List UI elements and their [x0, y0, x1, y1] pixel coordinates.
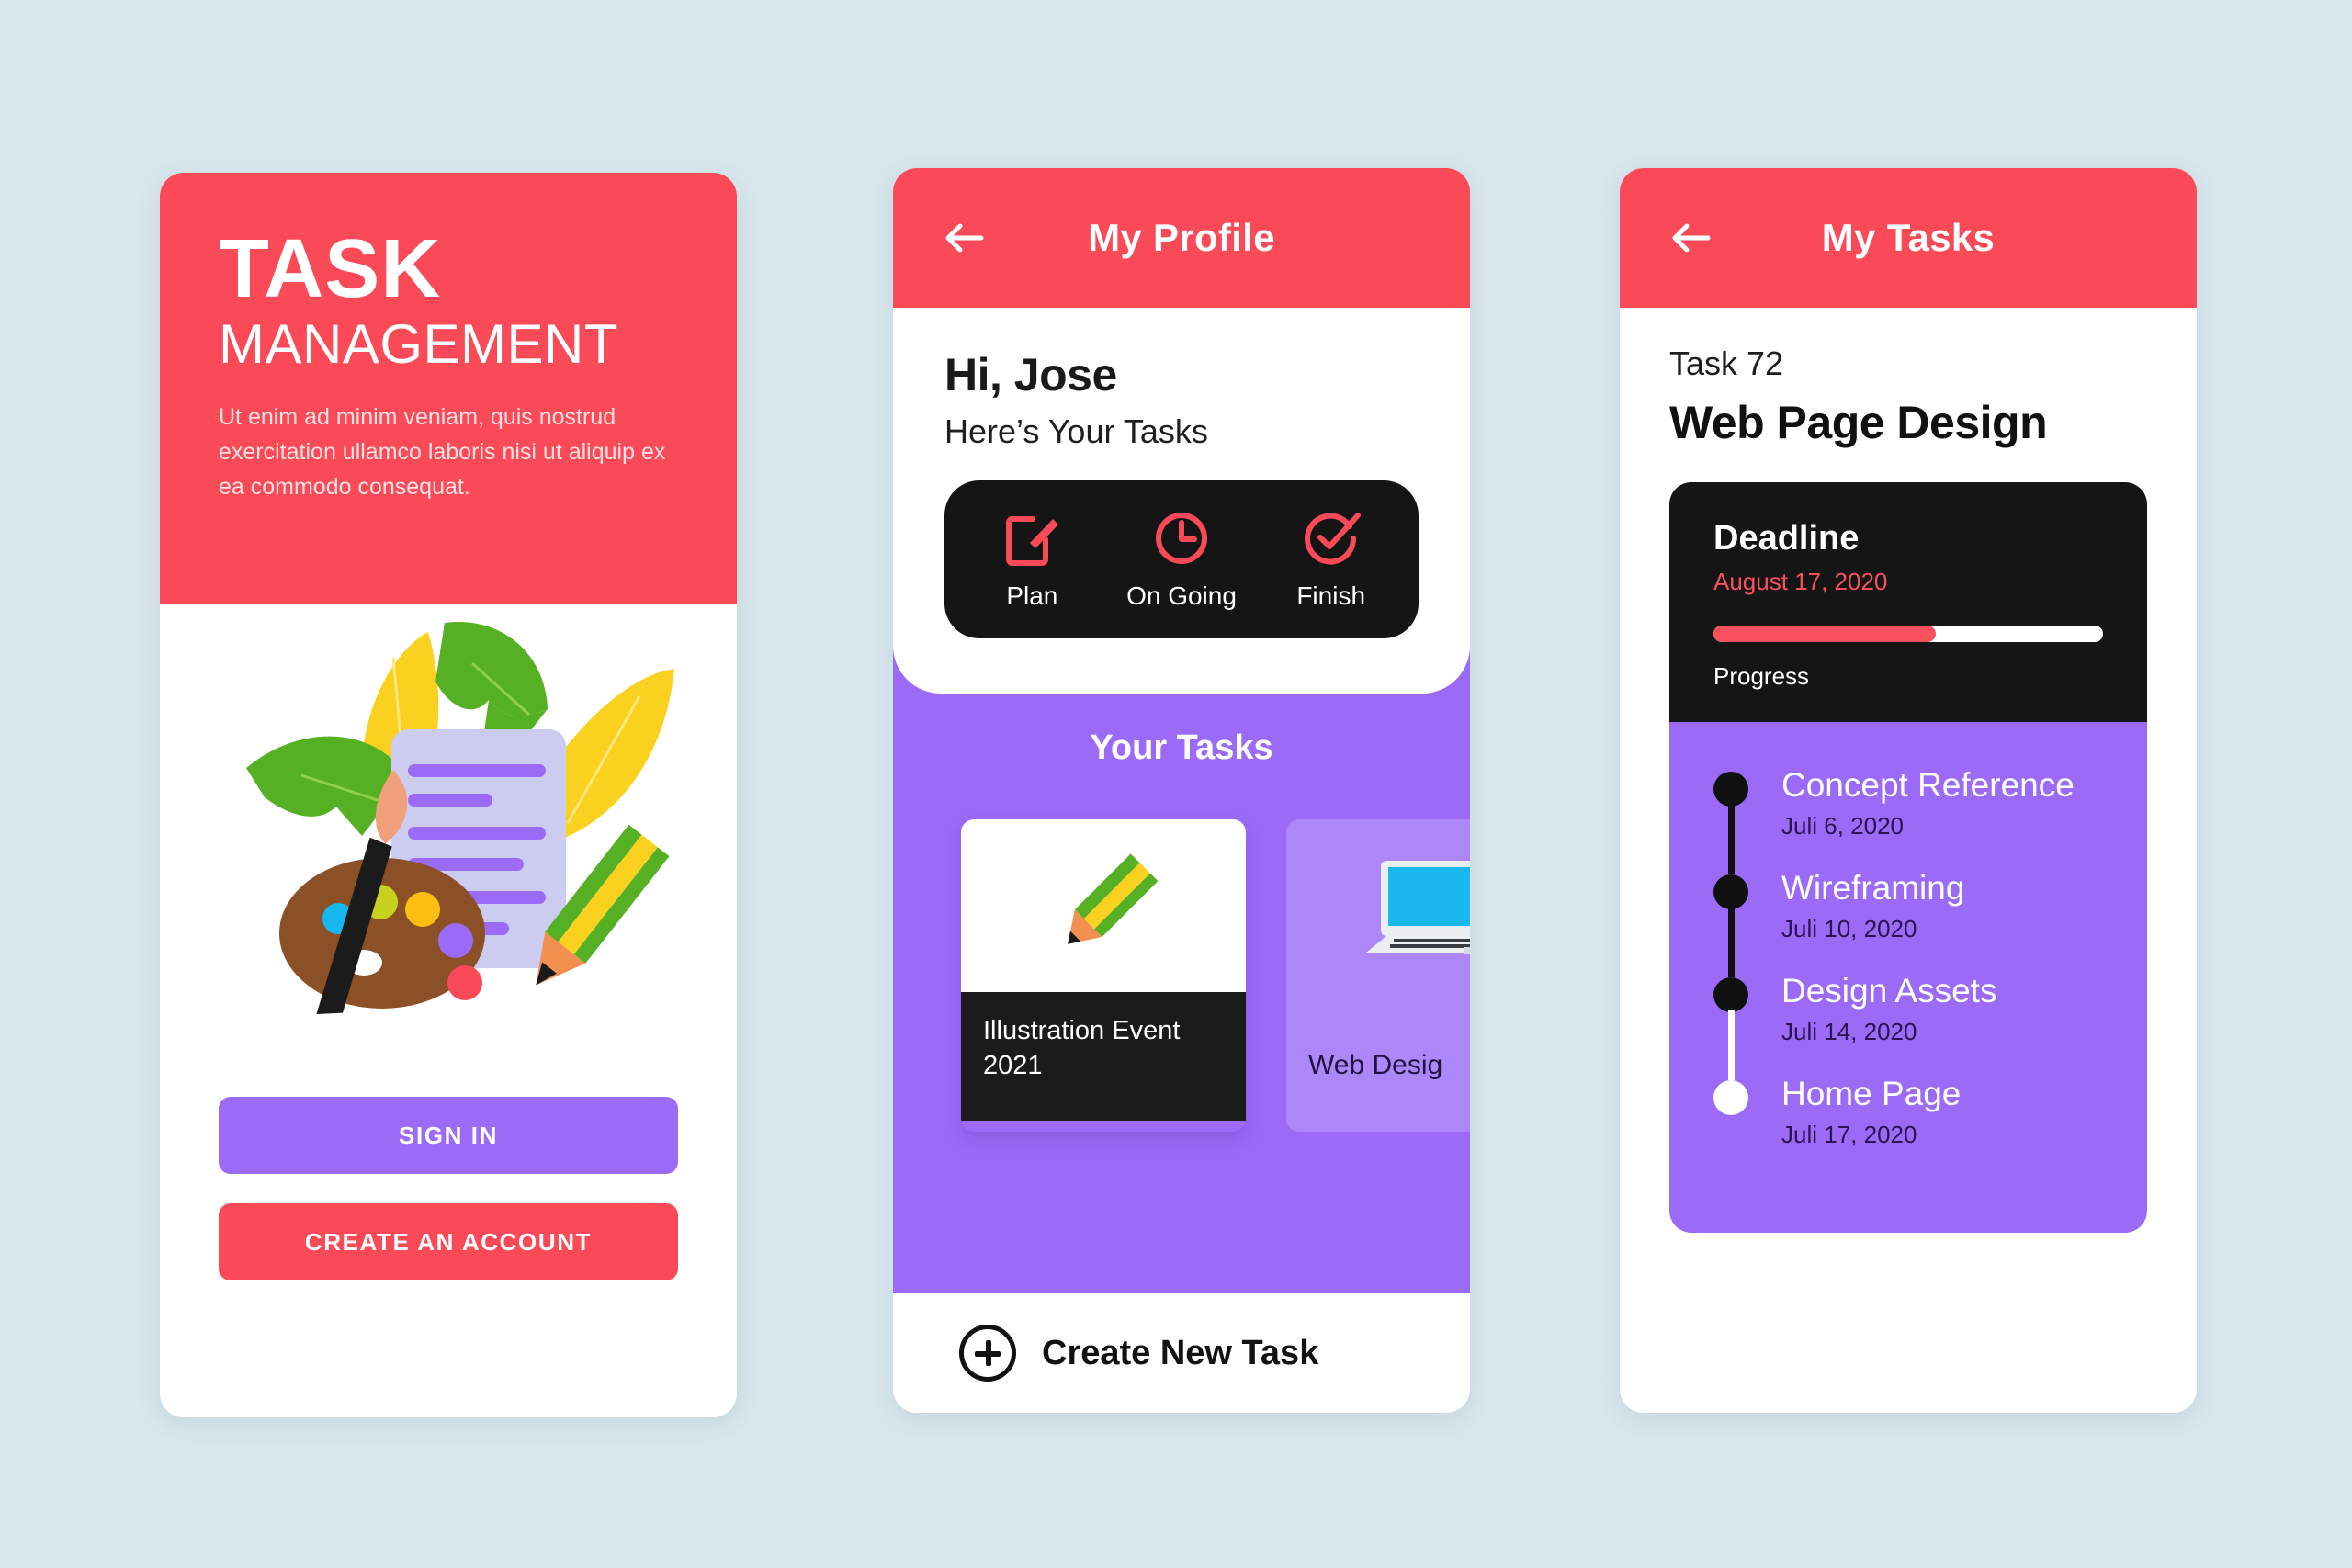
timeline-connector — [1728, 908, 1735, 977]
timeline-item-date: Juli 10, 2020 — [1781, 915, 1917, 942]
clock-icon — [1156, 513, 1207, 564]
timeline-item-date: Juli 14, 2020 — [1781, 1018, 1917, 1045]
timeline-item[interactable]: Wireframing Juli 10, 2020 — [1713, 869, 2103, 977]
task-detail-title: Web Page Design — [1669, 397, 2048, 448]
tab-finish-label: Finish — [1296, 581, 1366, 610]
deadline-card: Deadline August 17, 2020 Progress — [1669, 482, 2147, 722]
page-subtitle: MANAGEMENT — [219, 313, 619, 376]
hero-description: Ut enim ad minim veniam, quis nostrud ex… — [219, 404, 666, 501]
timeline-item-name: Design Assets — [1781, 972, 1997, 1010]
profile-header-panel: Hi, Jose Here’s Your Tasks Plan On Going — [893, 308, 1470, 694]
progress-label: Progress — [1713, 662, 1810, 690]
timeline-item[interactable]: Design Assets Juli 14, 2020 — [1713, 972, 2103, 1080]
deadline-date: August 17, 2020 — [1713, 568, 1888, 595]
sign-in-button[interactable]: SIGN IN — [219, 1097, 678, 1174]
tab-finish[interactable]: Finish — [1256, 508, 1406, 611]
arrow-left-icon — [945, 223, 984, 253]
app-screens-showcase: TASK MANAGEMENT Ut enim ad minim veniam,… — [0, 0, 2352, 1568]
create-account-button[interactable]: CREATE AN ACCOUNT — [219, 1203, 678, 1280]
back-button[interactable] — [939, 213, 989, 263]
appbar-profile: My Profile — [893, 168, 1470, 308]
hero-banner: TASK MANAGEMENT Ut enim ad minim veniam,… — [160, 173, 737, 604]
timeline-connector — [1728, 805, 1735, 874]
timeline-dot-icon — [1713, 1080, 1748, 1115]
task-detail-body: Task 72 Web Page Design Deadline August … — [1620, 308, 2197, 1413]
timeline-card: Concept Reference Juli 6, 2020 Wireframi… — [1669, 722, 2147, 1233]
status-tabbar: Plan On Going Finish — [944, 480, 1419, 638]
task-thumbnail — [961, 819, 1246, 992]
tasks-panel: Your Tasks Illustration Event 2021 Web D… — [893, 649, 1470, 1293]
timeline-dot-icon — [1713, 874, 1748, 909]
appbar-tasks: My Tasks — [1620, 168, 2197, 308]
edit-square-icon — [1006, 516, 1059, 566]
tab-plan[interactable]: Plan — [957, 508, 1107, 611]
task-card-list: Illustration Event 2021 Web Desig — [893, 819, 1470, 1132]
cta-area: SIGN IN CREATE AN ACCOUNT — [160, 1097, 737, 1280]
task-card[interactable]: Illustration Event 2021 — [961, 819, 1246, 1132]
screen-onboarding: TASK MANAGEMENT Ut enim ad minim veniam,… — [160, 173, 737, 1417]
greeting-text: Hi, Jose — [944, 349, 1117, 400]
deadline-label: Deadline — [1713, 519, 1860, 558]
timeline-item[interactable]: Concept Reference Juli 6, 2020 — [1713, 766, 2103, 874]
task-card-title: Web Desig — [1308, 1050, 1443, 1080]
screen-my-tasks: My Tasks Task 72 Web Page Design Deadlin… — [1620, 168, 2197, 1413]
task-card-title: Illustration Event 2021 — [961, 992, 1246, 1121]
timeline-item-date: Juli 17, 2020 — [1781, 1121, 1917, 1148]
screen-my-profile: My Profile Hi, Jose Here’s Your Tasks Pl… — [893, 168, 1470, 1413]
timeline-connector — [1728, 1010, 1735, 1080]
back-button[interactable] — [1666, 213, 1715, 263]
tab-plan-label: Plan — [1006, 581, 1058, 610]
timeline-item-name: Wireframing — [1781, 869, 1965, 907]
timeline-dot-icon — [1713, 772, 1748, 807]
create-new-task-button[interactable]: Create New Task — [893, 1293, 1470, 1413]
timeline-item-name: Home Page — [1781, 1075, 1962, 1112]
arrow-left-icon — [1672, 223, 1711, 253]
progress-bar — [1713, 626, 2103, 642]
task-number: Task 72 — [1669, 344, 1784, 382]
pencil-icon — [1068, 853, 1159, 944]
tab-ongoing-label: On Going — [1126, 581, 1237, 610]
timeline-dot-icon — [1713, 977, 1748, 1012]
task-card[interactable]: Web Desig — [1286, 819, 1470, 1132]
check-circle-icon — [1304, 513, 1361, 565]
plus-circle-icon — [959, 1325, 1016, 1382]
create-new-task-label: Create New Task — [1042, 1333, 1319, 1372]
greeting-subtitle: Here’s Your Tasks — [944, 412, 1208, 450]
illustration-area — [160, 604, 737, 1091]
timeline-item-name: Concept Reference — [1781, 766, 2075, 804]
timeline-item[interactable]: Home Page Juli 17, 2020 — [1713, 1075, 2103, 1178]
tab-ongoing[interactable]: On Going — [1107, 508, 1257, 611]
creative-tools-illustration — [246, 621, 674, 1014]
section-title: Your Tasks — [1090, 728, 1273, 767]
timeline-item-date: Juli 6, 2020 — [1781, 812, 1904, 840]
page-title: TASK — [219, 223, 442, 315]
laptop-icon — [1366, 861, 1470, 954]
progress-bar-fill — [1713, 626, 1936, 642]
task-thumbnail — [1286, 819, 1470, 1003]
